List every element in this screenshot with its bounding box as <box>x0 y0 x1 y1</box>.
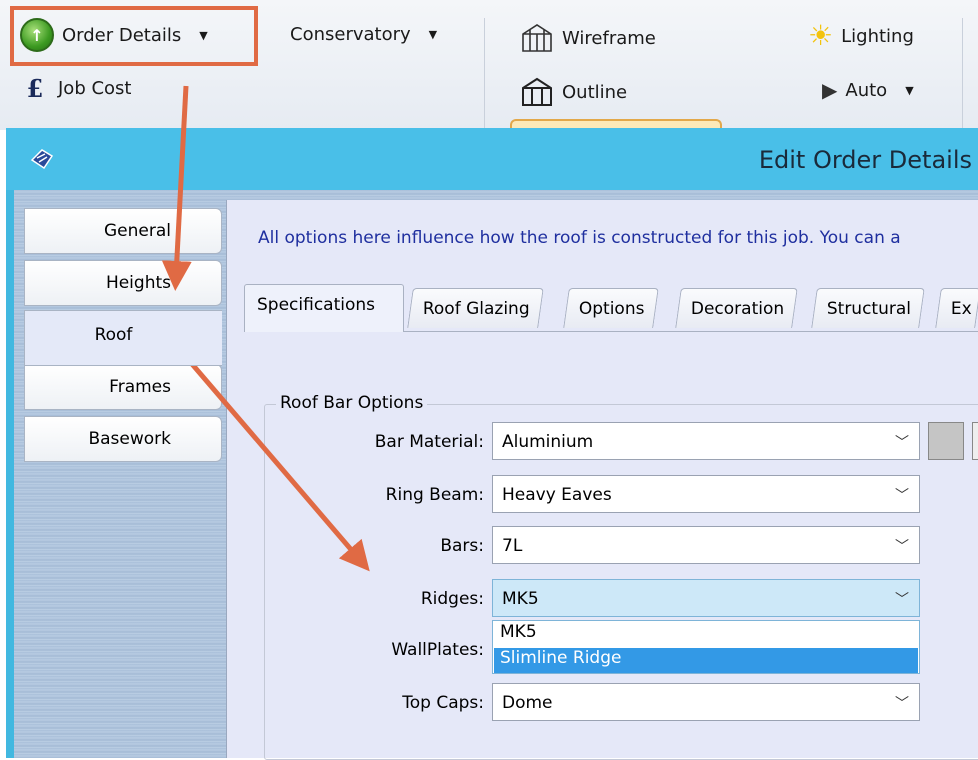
tab-roof[interactable]: Roof <box>24 310 222 366</box>
annotation-arrows <box>161 85 370 572</box>
arrow-to-roof-tab <box>161 85 192 291</box>
arrow-to-ridges <box>178 348 370 572</box>
